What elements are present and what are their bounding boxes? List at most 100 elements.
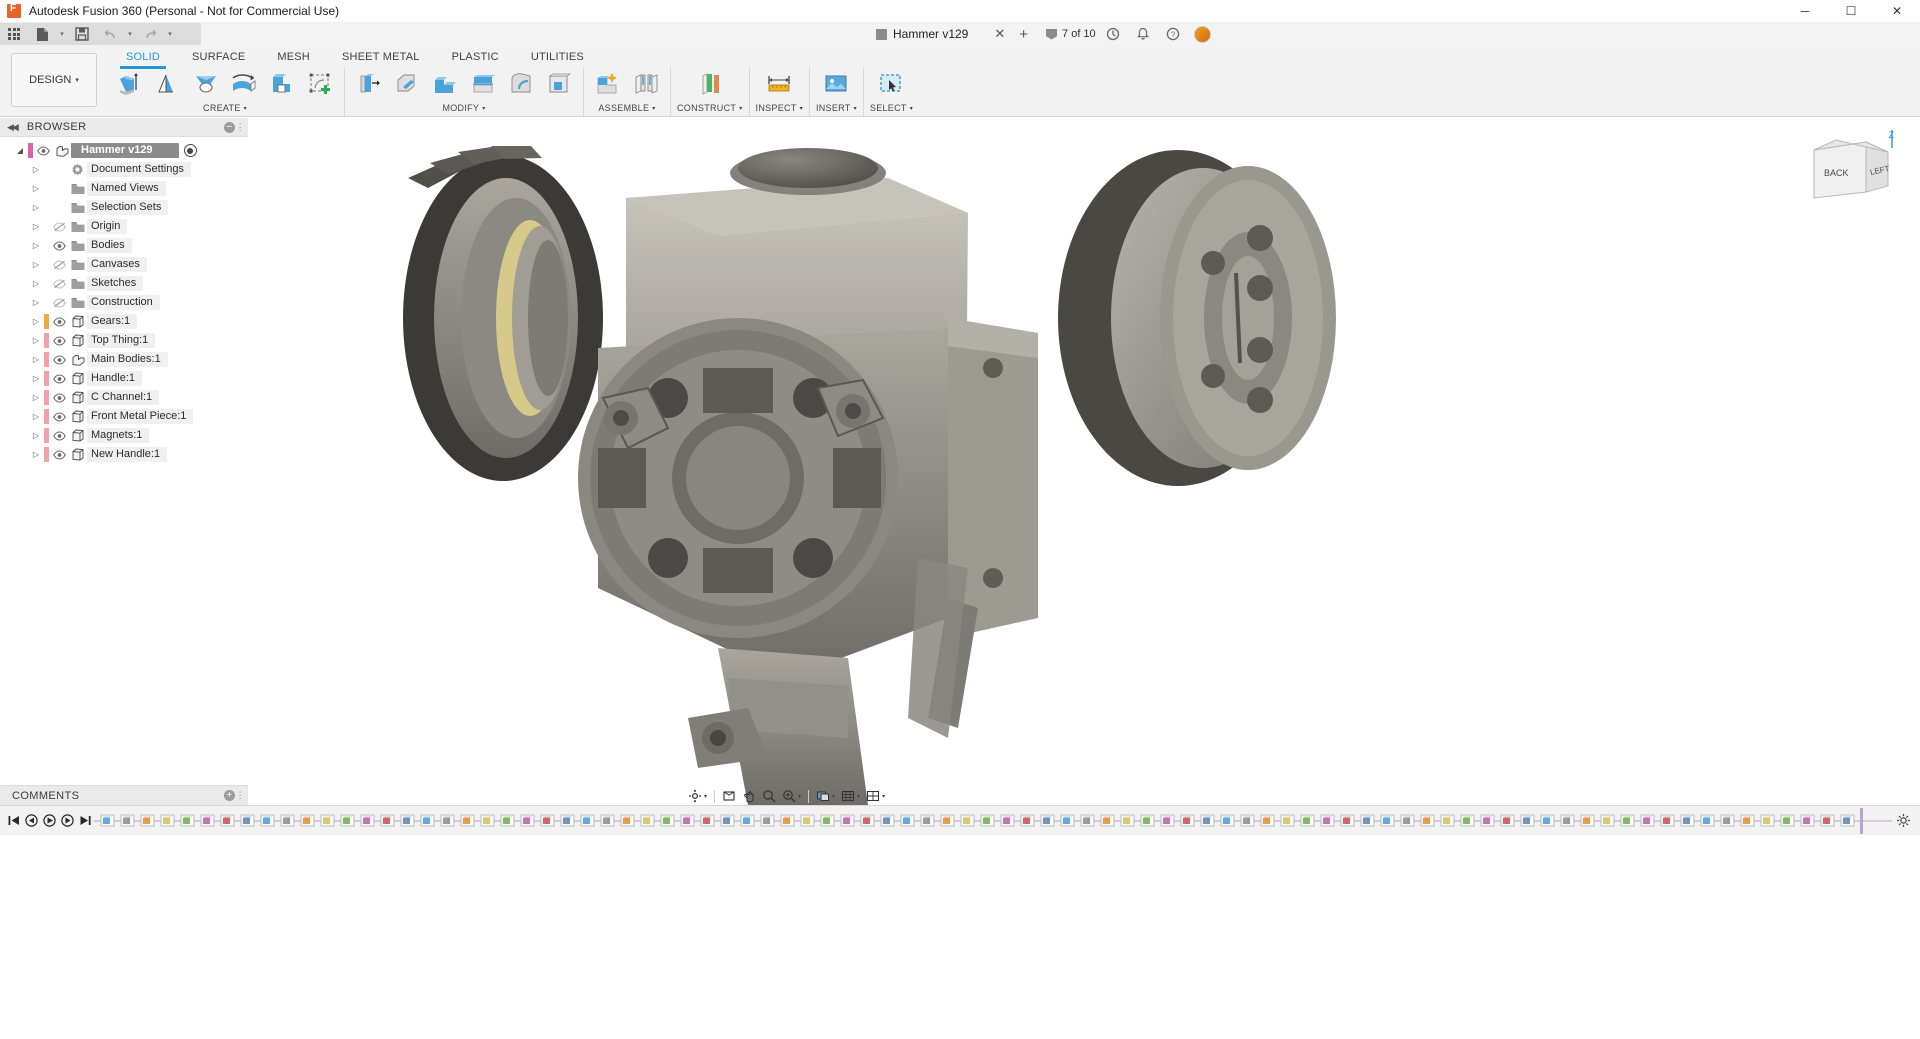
timeline-feature[interactable]: [1178, 811, 1196, 831]
timeline-feature[interactable]: [418, 811, 436, 831]
timeline-feature[interactable]: [718, 811, 736, 831]
tree-root-node[interactable]: ◢Hammer v129: [0, 141, 248, 160]
chevron-down-icon[interactable]: ▾: [244, 105, 247, 112]
tree-node[interactable]: ▷Main Bodies:1: [0, 350, 248, 369]
timeline-feature[interactable]: [958, 811, 976, 831]
timeline-feature[interactable]: [1258, 811, 1276, 831]
chevron-down-icon[interactable]: ▾: [704, 793, 707, 800]
timeline-feature[interactable]: [1098, 811, 1116, 831]
expand-arrow-icon[interactable]: ▷: [30, 203, 42, 212]
expand-arrow-icon[interactable]: ▷: [30, 431, 42, 440]
chevron-down-icon[interactable]: ▾: [882, 793, 885, 800]
timeline-feature[interactable]: [118, 811, 136, 831]
tree-node[interactable]: ▷Gears:1: [0, 312, 248, 331]
timeline-feature[interactable]: [938, 811, 956, 831]
insert-image-icon[interactable]: [818, 67, 854, 101]
timeline-feature[interactable]: [438, 811, 456, 831]
chevron-down-icon[interactable]: ▾: [798, 793, 801, 800]
timeline-feature[interactable]: [358, 811, 376, 831]
timeline-feature[interactable]: [658, 811, 676, 831]
chevron-down-icon[interactable]: ▾: [854, 105, 857, 112]
timeline-feature[interactable]: [1578, 811, 1596, 831]
fillet-icon[interactable]: [389, 67, 425, 101]
orbit-tool[interactable]: ▾: [686, 787, 709, 805]
timeline-feature[interactable]: [698, 811, 716, 831]
redo-icon[interactable]: [136, 23, 164, 45]
panel-grip-icon[interactable]: ⋮: [236, 790, 245, 801]
timeline-feature[interactable]: [1138, 811, 1156, 831]
pan-tool[interactable]: [740, 787, 758, 805]
tree-node[interactable]: ▷Canvases: [0, 255, 248, 274]
document-tab-hammer[interactable]: Hammer v129: [866, 23, 978, 45]
look-at-tool[interactable]: [720, 787, 738, 805]
go-to-end[interactable]: [76, 809, 94, 833]
offset-plane-icon[interactable]: [692, 67, 728, 101]
chevron-down-icon[interactable]: ▾: [800, 105, 803, 112]
expand-arrow-icon[interactable]: ▷: [30, 298, 42, 307]
tree-node[interactable]: ▷Front Metal Piece:1: [0, 407, 248, 426]
timeline-settings-icon[interactable]: [1892, 809, 1914, 833]
workspace-selector[interactable]: DESIGN ▾: [11, 53, 97, 107]
timeline-feature[interactable]: [218, 811, 236, 831]
timeline-feature[interactable]: [158, 811, 176, 831]
model-3d-render[interactable]: [248, 118, 1920, 805]
timeline-feature[interactable]: [398, 811, 416, 831]
timeline-feature[interactable]: [1658, 811, 1676, 831]
activate-component-icon[interactable]: [184, 144, 197, 157]
revolve-icon[interactable]: [150, 67, 186, 101]
expand-arrow-icon[interactable]: ▷: [30, 355, 42, 364]
chevron-down-icon[interactable]: ▾: [910, 105, 913, 112]
tree-node[interactable]: ▷C Channel:1: [0, 388, 248, 407]
timeline-feature[interactable]: [1238, 811, 1256, 831]
tree-node[interactable]: ▷Magnets:1: [0, 426, 248, 445]
scale-icon[interactable]: [503, 67, 539, 101]
visibility-toggle-icon[interactable]: [51, 393, 68, 403]
select-window-icon[interactable]: [873, 67, 909, 101]
comments-panel[interactable]: COMMENTS + ⋮: [0, 785, 248, 805]
visibility-toggle-icon[interactable]: [51, 355, 68, 365]
document-tab-close-icon[interactable]: ✕: [994, 26, 1005, 42]
visibility-toggle-icon[interactable]: [51, 450, 68, 460]
step-back[interactable]: [22, 809, 40, 833]
new-document-caret[interactable]: ▾: [56, 23, 68, 45]
timeline-feature[interactable]: [1118, 811, 1136, 831]
tree-node[interactable]: ▷Top Thing:1: [0, 331, 248, 350]
timeline-feature[interactable]: [1018, 811, 1036, 831]
timeline-feature[interactable]: [1398, 811, 1416, 831]
rib-icon[interactable]: [264, 67, 300, 101]
timeline-feature[interactable]: [1358, 811, 1376, 831]
create-sketch-icon[interactable]: [302, 67, 338, 101]
version-indicator[interactable]: 7 of 10: [1046, 28, 1096, 40]
tree-node[interactable]: ▷Document Settings: [0, 160, 248, 179]
timeline-feature[interactable]: [238, 811, 256, 831]
minimize-button[interactable]: ─: [1782, 0, 1828, 23]
visibility-toggle-icon[interactable]: [51, 298, 68, 308]
tree-node[interactable]: ▷Bodies: [0, 236, 248, 255]
add-comment-icon[interactable]: +: [224, 790, 235, 801]
tree-node[interactable]: ▷New Handle:1: [0, 445, 248, 464]
visibility-toggle-icon[interactable]: [51, 260, 68, 270]
timeline-feature[interactable]: [558, 811, 576, 831]
timeline-feature[interactable]: [1418, 811, 1436, 831]
timeline-feature[interactable]: [1818, 811, 1836, 831]
timeline-feature[interactable]: [1678, 811, 1696, 831]
tab-mesh[interactable]: MESH: [261, 48, 326, 68]
timeline-feature[interactable]: [878, 811, 896, 831]
timeline-feature[interactable]: [1698, 811, 1716, 831]
viewport-canvas[interactable]: Z BACK LEFT: [248, 118, 1920, 805]
maximize-button[interactable]: ☐: [1828, 0, 1874, 23]
expand-arrow-icon[interactable]: ▷: [30, 317, 42, 326]
timeline-feature[interactable]: [278, 811, 296, 831]
timeline-feature[interactable]: [638, 811, 656, 831]
visibility-toggle-icon[interactable]: [51, 431, 68, 441]
draft-icon[interactable]: [465, 67, 501, 101]
timeline-feature[interactable]: [1758, 811, 1776, 831]
timeline-feature[interactable]: [1158, 811, 1176, 831]
tree-node[interactable]: ▷Origin: [0, 217, 248, 236]
viewports[interactable]: ▾: [864, 787, 887, 805]
collapse-left-icon[interactable]: ◀◀: [7, 122, 17, 133]
extrude-icon[interactable]: [112, 67, 148, 101]
timeline-feature[interactable]: [778, 811, 796, 831]
go-to-beginning[interactable]: [4, 809, 22, 833]
timeline-feature[interactable]: [198, 811, 216, 831]
